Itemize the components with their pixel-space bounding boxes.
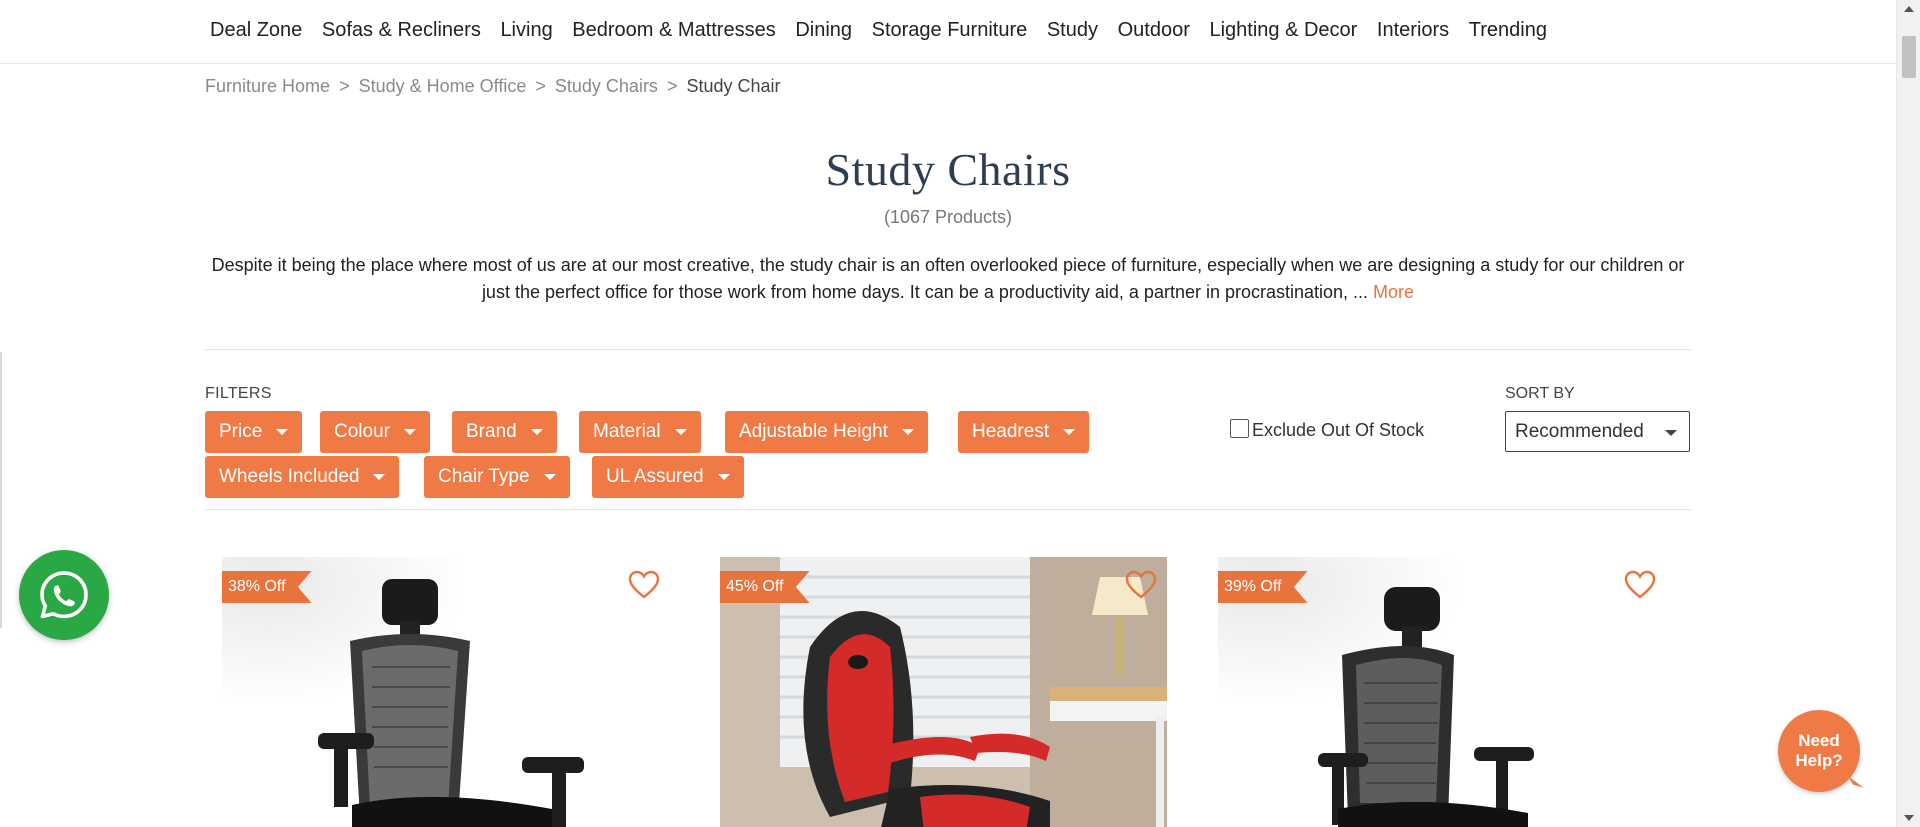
chevron-down-icon bbox=[543, 474, 556, 480]
sort-selected-value: Recommended bbox=[1515, 420, 1644, 442]
breadcrumb-separator: > bbox=[666, 76, 678, 96]
filter-label: Colour bbox=[334, 421, 390, 442]
chevron-down-icon bbox=[1665, 430, 1677, 436]
nav-item-trending[interactable]: Trending bbox=[1469, 19, 1547, 42]
filter-material[interactable]: Material bbox=[579, 411, 701, 453]
category-description: Despite it being the place where most of… bbox=[205, 252, 1691, 306]
nav-item-living[interactable]: Living bbox=[500, 19, 552, 42]
filter-brand[interactable]: Brand bbox=[452, 411, 557, 453]
breadcrumb: Furniture Home > Study & Home Office > S… bbox=[205, 76, 781, 97]
filter-wheels-included[interactable]: Wheels Included bbox=[205, 456, 400, 498]
breadcrumb-link-study-chairs[interactable]: Study Chairs bbox=[555, 76, 658, 96]
filter-label: Chair Type bbox=[438, 466, 530, 487]
description-more-link[interactable]: More bbox=[1373, 282, 1414, 302]
sort-select[interactable]: Recommended bbox=[1505, 411, 1690, 452]
top-navigation: Deal Zone Sofas & Recliners Living Bedro… bbox=[0, 0, 1896, 64]
filter-price[interactable]: Price bbox=[205, 411, 303, 453]
whatsapp-button[interactable] bbox=[19, 550, 109, 640]
product-card[interactable]: 39% Off bbox=[1218, 557, 1664, 827]
chevron-down-icon bbox=[530, 429, 543, 435]
chevron-down-icon bbox=[373, 474, 386, 480]
nav-item-sofas-recliners[interactable]: Sofas & Recliners bbox=[322, 19, 481, 42]
need-help-line1: Need bbox=[1798, 731, 1840, 750]
breadcrumb-link-furniture-home[interactable]: Furniture Home bbox=[205, 76, 330, 96]
filter-label: Price bbox=[219, 421, 263, 442]
filter-label: Brand bbox=[466, 421, 517, 442]
product-card[interactable]: 45% Off bbox=[720, 557, 1167, 827]
sort-by-label: SORT BY bbox=[1505, 385, 1575, 402]
divider bbox=[205, 509, 1691, 510]
nav-item-dining[interactable]: Dining bbox=[795, 19, 852, 42]
whatsapp-icon bbox=[40, 571, 88, 619]
divider bbox=[205, 349, 1691, 350]
product-card[interactable]: 38% Off bbox=[222, 557, 668, 827]
scrollbar-thumb[interactable] bbox=[1902, 36, 1916, 78]
nav-item-study[interactable]: Study bbox=[1047, 19, 1098, 42]
filter-colour[interactable]: Colour bbox=[320, 411, 430, 453]
nav-item-outdoor[interactable]: Outdoor bbox=[1118, 19, 1190, 42]
breadcrumb-separator: > bbox=[535, 76, 546, 96]
filter-label: Material bbox=[593, 421, 661, 442]
nav-item-storage-furniture[interactable]: Storage Furniture bbox=[872, 19, 1028, 42]
chevron-down-icon bbox=[1063, 429, 1076, 435]
filter-headrest[interactable]: Headrest bbox=[958, 411, 1090, 453]
heart-icon[interactable] bbox=[628, 570, 660, 600]
scroll-up-arrow-icon[interactable] bbox=[1904, 6, 1914, 12]
nav-item-lighting-decor[interactable]: Lighting & Decor bbox=[1209, 19, 1357, 42]
chevron-down-icon bbox=[901, 429, 914, 435]
filter-chair-type[interactable]: Chair Type bbox=[424, 456, 570, 498]
product-count: (1067 Products) bbox=[883, 207, 1013, 227]
exclude-out-of-stock-label: Exclude Out Of Stock bbox=[1252, 420, 1425, 440]
exclude-out-of-stock-checkbox[interactable] bbox=[1230, 419, 1249, 438]
scroll-down-arrow-icon[interactable] bbox=[1904, 815, 1914, 821]
breadcrumb-current: Study Chair bbox=[686, 76, 781, 96]
nav-item-bedroom-mattresses[interactable]: Bedroom & Mattresses bbox=[572, 19, 775, 42]
filter-adjustable-height[interactable]: Adjustable Height bbox=[725, 411, 928, 453]
filter-label: Headrest bbox=[972, 421, 1050, 442]
chevron-down-icon bbox=[276, 429, 289, 435]
need-help-line2: Help? bbox=[1795, 751, 1843, 770]
page-title: Study Chairs bbox=[825, 144, 1071, 195]
nav-item-interiors[interactable]: Interiors bbox=[1377, 19, 1449, 42]
filter-label: Adjustable Height bbox=[739, 421, 888, 442]
chevron-down-icon bbox=[717, 474, 730, 480]
chevron-down-icon bbox=[674, 429, 687, 435]
heart-icon[interactable] bbox=[1624, 570, 1656, 600]
description-text: Despite it being the place where most of… bbox=[211, 255, 1685, 302]
filter-label: UL Assured bbox=[606, 466, 704, 487]
breadcrumb-separator: > bbox=[339, 76, 350, 96]
breadcrumb-link-study-home-office[interactable]: Study & Home Office bbox=[359, 76, 527, 96]
filters-label: FILTERS bbox=[205, 385, 272, 402]
page-scrollbar[interactable] bbox=[1896, 0, 1920, 827]
side-panel-edge bbox=[0, 352, 2, 628]
need-help-button[interactable]: Need Help? bbox=[1778, 710, 1860, 792]
chevron-down-icon bbox=[403, 429, 416, 435]
filter-label: Wheels Included bbox=[219, 466, 360, 487]
exclude-out-of-stock[interactable]: Exclude Out Of Stock bbox=[1230, 419, 1425, 441]
filter-ul-assured[interactable]: UL Assured bbox=[592, 456, 744, 498]
heart-icon[interactable] bbox=[1125, 570, 1157, 600]
nav-item-deal-zone[interactable]: Deal Zone bbox=[210, 19, 302, 42]
